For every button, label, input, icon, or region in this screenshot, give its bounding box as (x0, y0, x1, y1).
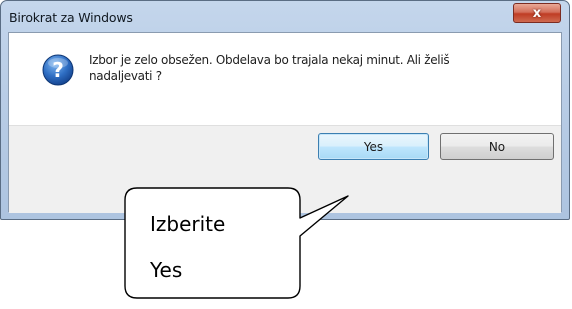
svg-text:?: ? (52, 58, 64, 82)
question-icon: ? (42, 54, 74, 86)
no-button[interactable]: No (440, 133, 554, 160)
yes-button[interactable]: Yes (318, 133, 429, 160)
callout-text-line-1: Izberite (150, 212, 226, 236)
window-title: Birokrat za Windows (9, 10, 133, 25)
callout-text-line-2: Yes (150, 258, 183, 282)
close-button[interactable]: x (513, 3, 561, 23)
dialog-message: Izbor je zelo obsežen. Obdelava bo traja… (89, 53, 450, 83)
message-dialog: Birokrat za Windows x (0, 0, 570, 220)
title-bar[interactable]: Birokrat za Windows x (1, 1, 569, 31)
close-icon: x (532, 5, 542, 21)
